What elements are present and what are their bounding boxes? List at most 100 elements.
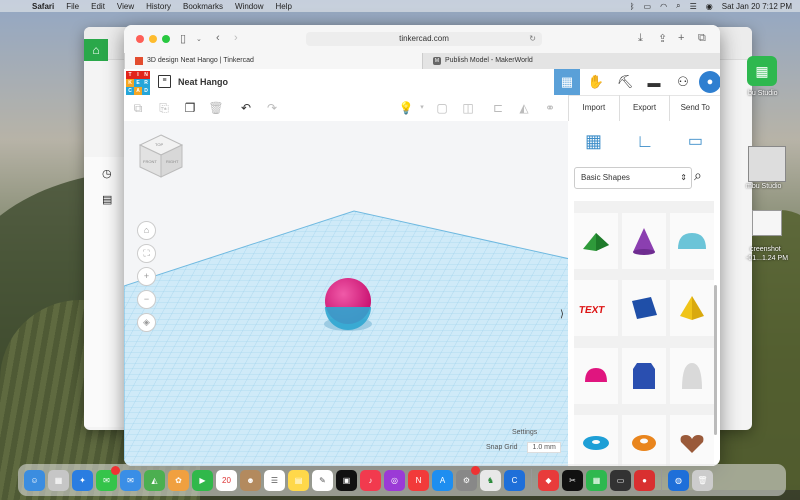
- document-icon[interactable]: ▤: [102, 193, 126, 213]
- copy-icon[interactable]: ⧉: [130, 100, 146, 116]
- menu-history[interactable]: History: [146, 2, 171, 11]
- perspective-icon[interactable]: ◈: [137, 313, 156, 332]
- downloads-icon[interactable]: ◍: [668, 469, 689, 491]
- shape-cone[interactable]: [622, 213, 666, 269]
- shape-roof[interactable]: [574, 213, 618, 269]
- forward-icon[interactable]: ›: [234, 32, 238, 44]
- address-bar[interactable]: tinkercad.com ↻: [306, 32, 542, 46]
- shape-heart[interactable]: [670, 414, 714, 466]
- recorder-icon[interactable]: ●: [634, 469, 655, 491]
- import-button[interactable]: Import: [568, 95, 619, 121]
- ruler-icon[interactable]: ∟: [636, 131, 654, 152]
- share-icon[interactable]: ⇪: [658, 32, 667, 45]
- home-icon[interactable]: ⌂: [84, 39, 108, 61]
- zoom-in-icon[interactable]: +: [137, 267, 156, 286]
- calendar-icon[interactable]: 20: [216, 469, 237, 491]
- lightbulb-icon[interactable]: 💡: [398, 100, 414, 116]
- minimize-button[interactable]: [149, 35, 157, 43]
- paste-icon[interactable]: ⎘: [156, 100, 172, 116]
- panel-scrollbar[interactable]: [714, 285, 717, 435]
- bambu-studio-icon[interactable]: ▦: [747, 56, 777, 86]
- search-icon[interactable]: ⌕: [694, 167, 702, 184]
- menubar-clock[interactable]: Sat Jan 20 7:12 PM: [722, 2, 792, 11]
- shape-tube[interactable]: [622, 414, 666, 466]
- shape-torus[interactable]: [574, 414, 618, 466]
- system-settings-icon[interactable]: ⚙: [456, 465, 480, 491]
- chess-icon[interactable]: ♞: [480, 469, 501, 491]
- trash-icon[interactable]: 🗑: [692, 469, 713, 491]
- shape-half-sphere[interactable]: [574, 347, 618, 404]
- photos-icon[interactable]: ✿: [168, 469, 189, 491]
- pickaxe-icon[interactable]: ⛏: [612, 69, 638, 95]
- siri-icon[interactable]: ◉: [706, 2, 713, 11]
- launchpad-icon[interactable]: ▦: [48, 469, 69, 491]
- facetime-icon[interactable]: ▶: [192, 469, 213, 491]
- screenshot-thumb-icon[interactable]: [748, 146, 786, 182]
- maps-icon[interactable]: ◭: [144, 469, 165, 491]
- add-user-icon[interactable]: ⚇: [670, 69, 696, 95]
- new-tab-icon[interactable]: +: [678, 32, 684, 44]
- grid-view-icon[interactable]: ▦: [554, 69, 580, 95]
- undo-icon[interactable]: ↶: [238, 100, 254, 116]
- notes-icon[interactable]: ▤: [288, 469, 309, 491]
- messages-icon[interactable]: ✉: [96, 465, 120, 491]
- workplane[interactable]: [124, 121, 568, 466]
- reload-icon[interactable]: ↻: [529, 32, 536, 46]
- menu-window[interactable]: Window: [235, 2, 263, 11]
- align-icon[interactable]: ⊏: [490, 100, 506, 116]
- menu-bookmarks[interactable]: Bookmarks: [183, 2, 223, 11]
- bambu-dock-icon[interactable]: ▦: [586, 469, 607, 491]
- app-dock-icon[interactable]: ▭: [610, 469, 631, 491]
- menu-help[interactable]: Help: [275, 2, 291, 11]
- shape-half-cylinder[interactable]: [670, 213, 714, 269]
- bluetooth-icon[interactable]: ᛒ: [630, 2, 635, 11]
- close-button[interactable]: [136, 35, 144, 43]
- app-store-icon[interactable]: A: [432, 469, 453, 491]
- zoom-button[interactable]: [162, 35, 170, 43]
- control-center-icon[interactable]: ☰: [690, 2, 697, 11]
- design-title[interactable]: Neat Hango: [178, 77, 228, 87]
- finder-icon[interactable]: ☺: [24, 469, 45, 491]
- tab-makerworld[interactable]: M Publish Model - MakerWorld: [422, 53, 720, 69]
- mail-icon[interactable]: ✉: [120, 469, 141, 491]
- menu-view[interactable]: View: [117, 2, 134, 11]
- sidebar-icon[interactable]: ▯: [180, 32, 186, 45]
- avatar-icon[interactable]: ●: [699, 71, 720, 93]
- safari-icon[interactable]: ✦: [72, 469, 93, 491]
- chevron-down-icon[interactable]: ▾: [414, 100, 430, 116]
- fit-view-icon[interactable]: ⛶: [137, 244, 156, 263]
- wifi-icon[interactable]: ◠: [660, 2, 667, 11]
- back-icon[interactable]: ‹: [216, 32, 220, 44]
- tinkercad-dock-icon[interactable]: ◆: [538, 469, 559, 491]
- export-button[interactable]: Export: [618, 95, 670, 121]
- delete-icon[interactable]: 🗑: [208, 100, 224, 116]
- panel-collapse-icon[interactable]: ⟩: [560, 309, 564, 320]
- brick-icon[interactable]: ▬: [641, 69, 667, 95]
- tab-overview-icon[interactable]: ⧉: [698, 32, 706, 45]
- zoom-out-icon[interactable]: −: [137, 290, 156, 309]
- workplane-icon[interactable]: ▦: [585, 131, 602, 152]
- snap-grid-control[interactable]: Snap Grid 1.0 mm: [486, 442, 561, 453]
- view-cube[interactable]: TOP FRONT RIGHT: [138, 133, 184, 179]
- cruise-icon[interactable]: ⚭: [542, 100, 558, 116]
- menu-edit[interactable]: Edit: [91, 2, 105, 11]
- shape-text[interactable]: TEXT: [574, 280, 618, 337]
- tinkercad-logo[interactable]: TINKERCAD: [126, 71, 150, 95]
- menu-file[interactable]: File: [66, 2, 79, 11]
- shape-library-dropdown[interactable]: Basic Shapes ⇕: [574, 167, 692, 189]
- download-icon[interactable]: ⤓: [638, 32, 643, 45]
- settings-button[interactable]: Settings: [512, 429, 537, 436]
- reminders-icon[interactable]: ☰: [264, 469, 285, 491]
- duplicate-icon[interactable]: ❐: [182, 100, 198, 116]
- ide-icon[interactable]: C: [504, 469, 525, 491]
- shape-box[interactable]: [622, 280, 666, 337]
- capcut-icon[interactable]: ✂: [562, 469, 583, 491]
- group-icon[interactable]: ◫: [460, 100, 476, 116]
- menu-app-name[interactable]: Safari: [32, 2, 54, 11]
- tab-tinkercad[interactable]: 3D design Neat Hango | Tinkercad: [124, 53, 422, 69]
- note-icon[interactable]: ▢: [434, 100, 450, 116]
- battery-icon[interactable]: ▭: [644, 2, 652, 11]
- news-icon[interactable]: N: [408, 469, 429, 491]
- notes-icon[interactable]: ▭: [688, 131, 703, 151]
- chevron-down-icon[interactable]: ⌄: [196, 35, 202, 43]
